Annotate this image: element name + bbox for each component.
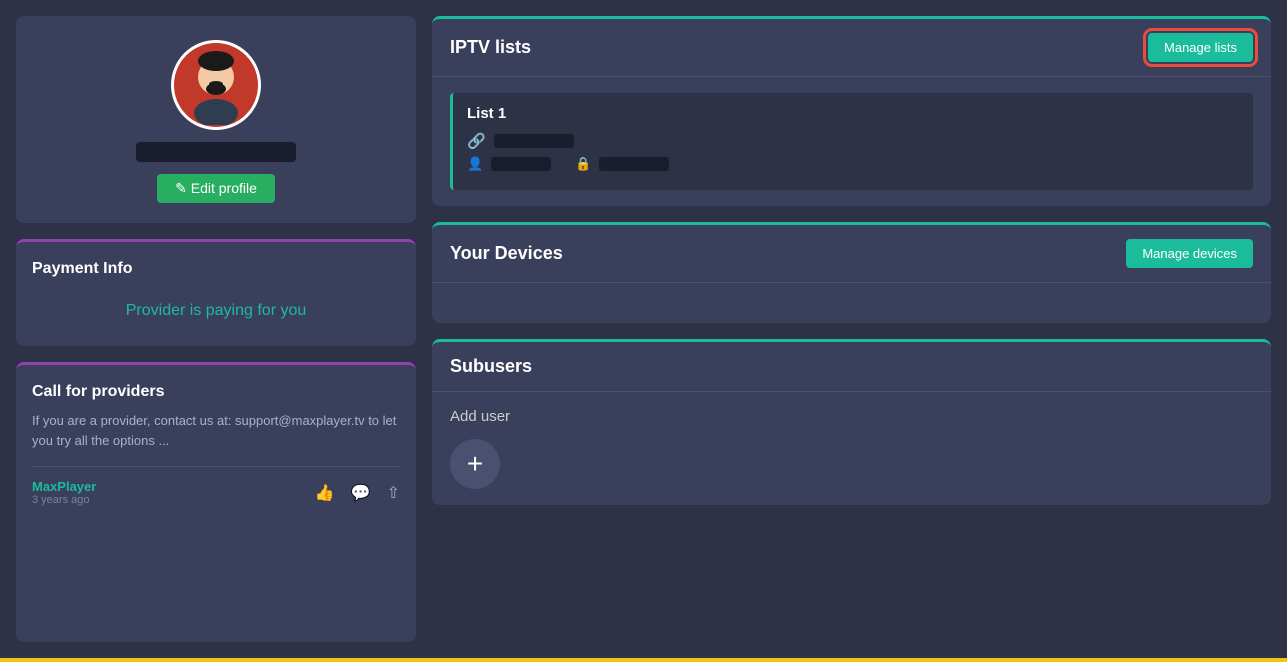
subusers-header: Subusers (432, 342, 1271, 392)
iptv-lists-body: List 1 🔗 👤 🔒 (432, 77, 1271, 206)
comment-icon[interactable]: 💬 (351, 483, 371, 503)
post-author-name: MaxPlayer (32, 479, 303, 494)
right-panel: IPTV lists Manage lists List 1 🔗 👤 🔒 (432, 16, 1271, 642)
devices-header: Your Devices Manage devices (432, 225, 1271, 283)
like-icon[interactable]: 👍 (315, 483, 335, 503)
provider-paying-text: Provider is paying for you (32, 294, 400, 328)
manage-devices-button[interactable]: Manage devices (1126, 239, 1253, 268)
devices-body (432, 283, 1271, 323)
subusers-title: Subusers (450, 356, 532, 377)
devices-card: Your Devices Manage devices (432, 222, 1271, 323)
url-redacted (494, 134, 574, 148)
username-redacted (136, 142, 296, 162)
subusers-body: Add user + (432, 392, 1271, 505)
iptv-lists-card: IPTV lists Manage lists List 1 🔗 👤 🔒 (432, 16, 1271, 206)
subusers-card: Subusers Add user + (432, 339, 1271, 505)
profile-card: ✎ Edit profile (16, 16, 416, 223)
devices-title: Your Devices (450, 243, 563, 264)
password-redacted-bar (599, 157, 669, 171)
left-panel: ✎ Edit profile Payment Info Provider is … (16, 16, 416, 642)
manage-lists-button[interactable]: Manage lists (1148, 33, 1253, 62)
bottom-bar (0, 658, 1287, 662)
iptv-list-item: List 1 🔗 👤 🔒 (450, 93, 1253, 190)
post-actions: 👍 💬 ⇧ (315, 483, 400, 503)
iptv-list-name: List 1 (467, 105, 1239, 122)
payment-card: Payment Info Provider is paying for you (16, 239, 416, 346)
post-footer: MaxPlayer 3 years ago 👍 💬 ⇧ (32, 466, 400, 506)
call-providers-card: Call for providers If you are a provider… (16, 362, 416, 642)
payment-title: Payment Info (32, 260, 400, 278)
share-icon[interactable]: ⇧ (387, 483, 400, 503)
lock-icon: 🔒 (575, 156, 591, 172)
user-icon: 👤 (467, 156, 483, 172)
call-providers-title: Call for providers (32, 383, 400, 401)
edit-profile-button[interactable]: ✎ Edit profile (157, 174, 275, 203)
call-providers-description: If you are a provider, contact us at: su… (32, 411, 400, 450)
add-user-button[interactable]: + (450, 439, 500, 489)
add-user-label: Add user (450, 408, 1253, 425)
post-author-time: 3 years ago (32, 494, 303, 506)
username-redacted-bar (491, 157, 551, 171)
avatar (171, 40, 261, 130)
iptv-lists-title: IPTV lists (450, 37, 531, 58)
iptv-url-row: 🔗 (467, 132, 1239, 150)
iptv-credentials-row: 👤 🔒 (467, 156, 1239, 172)
iptv-lists-header: IPTV lists Manage lists (432, 19, 1271, 77)
post-author: MaxPlayer 3 years ago (32, 479, 303, 506)
link-icon: 🔗 (467, 132, 486, 150)
